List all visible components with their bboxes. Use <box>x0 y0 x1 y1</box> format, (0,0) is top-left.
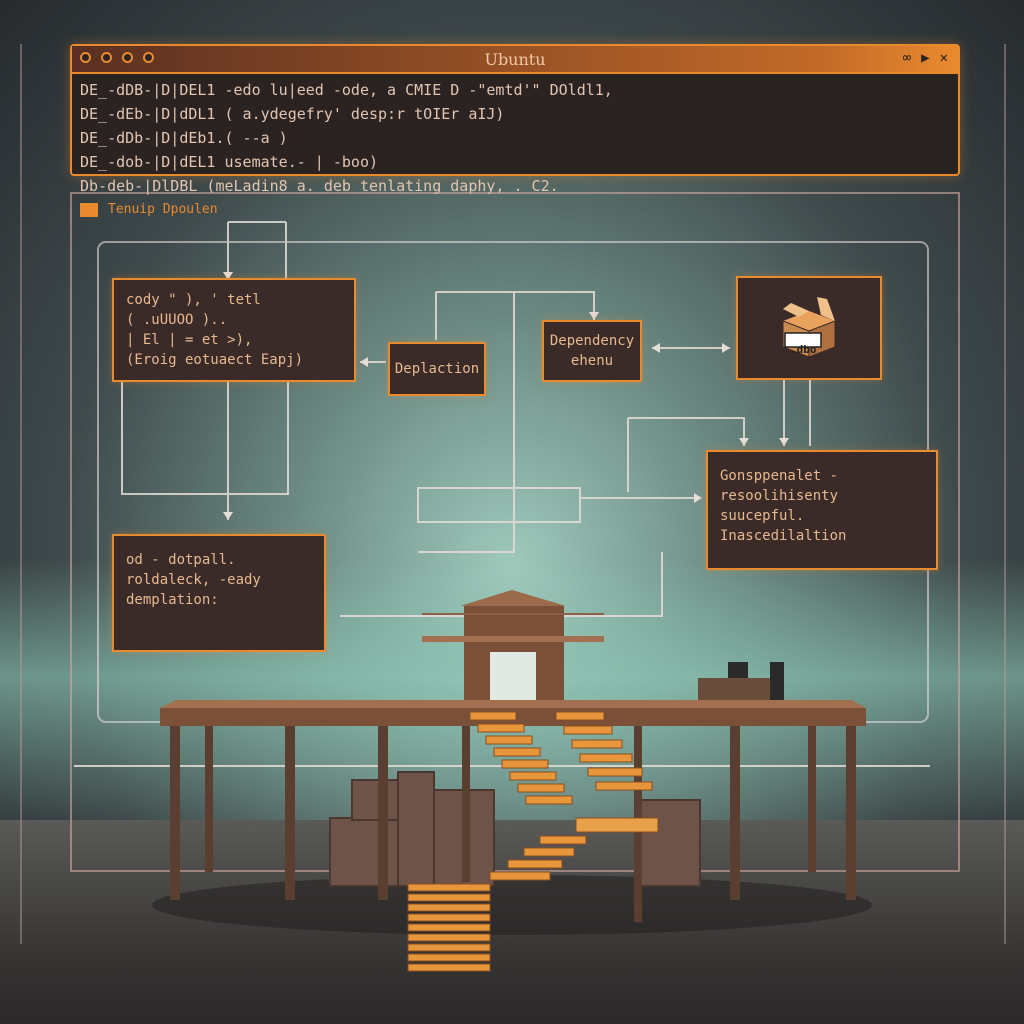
scene-shadow <box>152 875 872 935</box>
platform-scene <box>152 590 872 972</box>
house-icon <box>422 590 604 700</box>
computer-desk-icon <box>698 662 784 700</box>
